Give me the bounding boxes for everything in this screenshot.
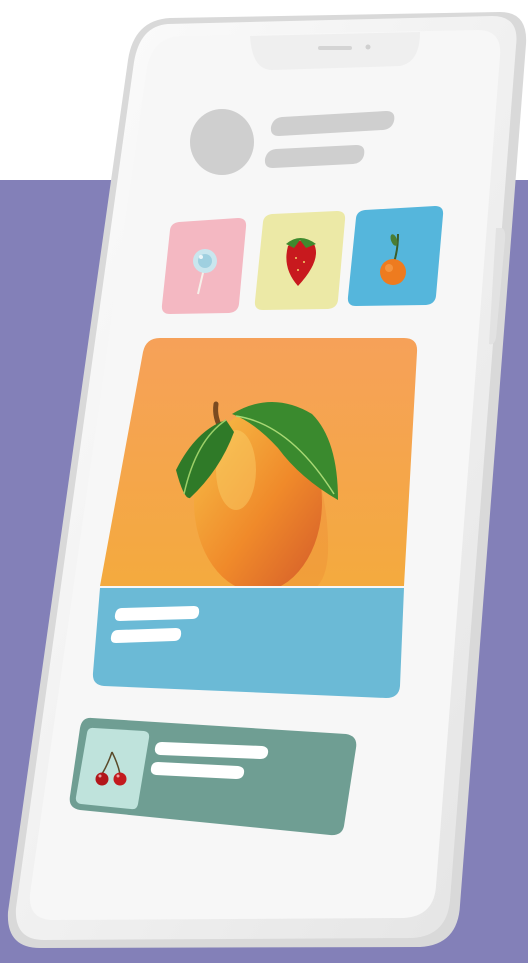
list-item-thumbnail xyxy=(75,727,150,810)
featured-card[interactable] xyxy=(92,338,418,698)
thumbnail-mandarin[interactable] xyxy=(347,206,444,306)
speaker-grille xyxy=(318,46,352,50)
caption-line-primary xyxy=(114,606,200,621)
front-camera xyxy=(365,44,371,50)
phone-notch xyxy=(250,32,420,70)
avatar-placeholder[interactable] xyxy=(190,109,254,175)
phone-mockup xyxy=(7,12,527,948)
caption-line-secondary xyxy=(110,628,182,643)
thumbnail-lollipop[interactable] xyxy=(161,218,247,314)
thumbnail-strawberry[interactable] xyxy=(254,211,346,310)
